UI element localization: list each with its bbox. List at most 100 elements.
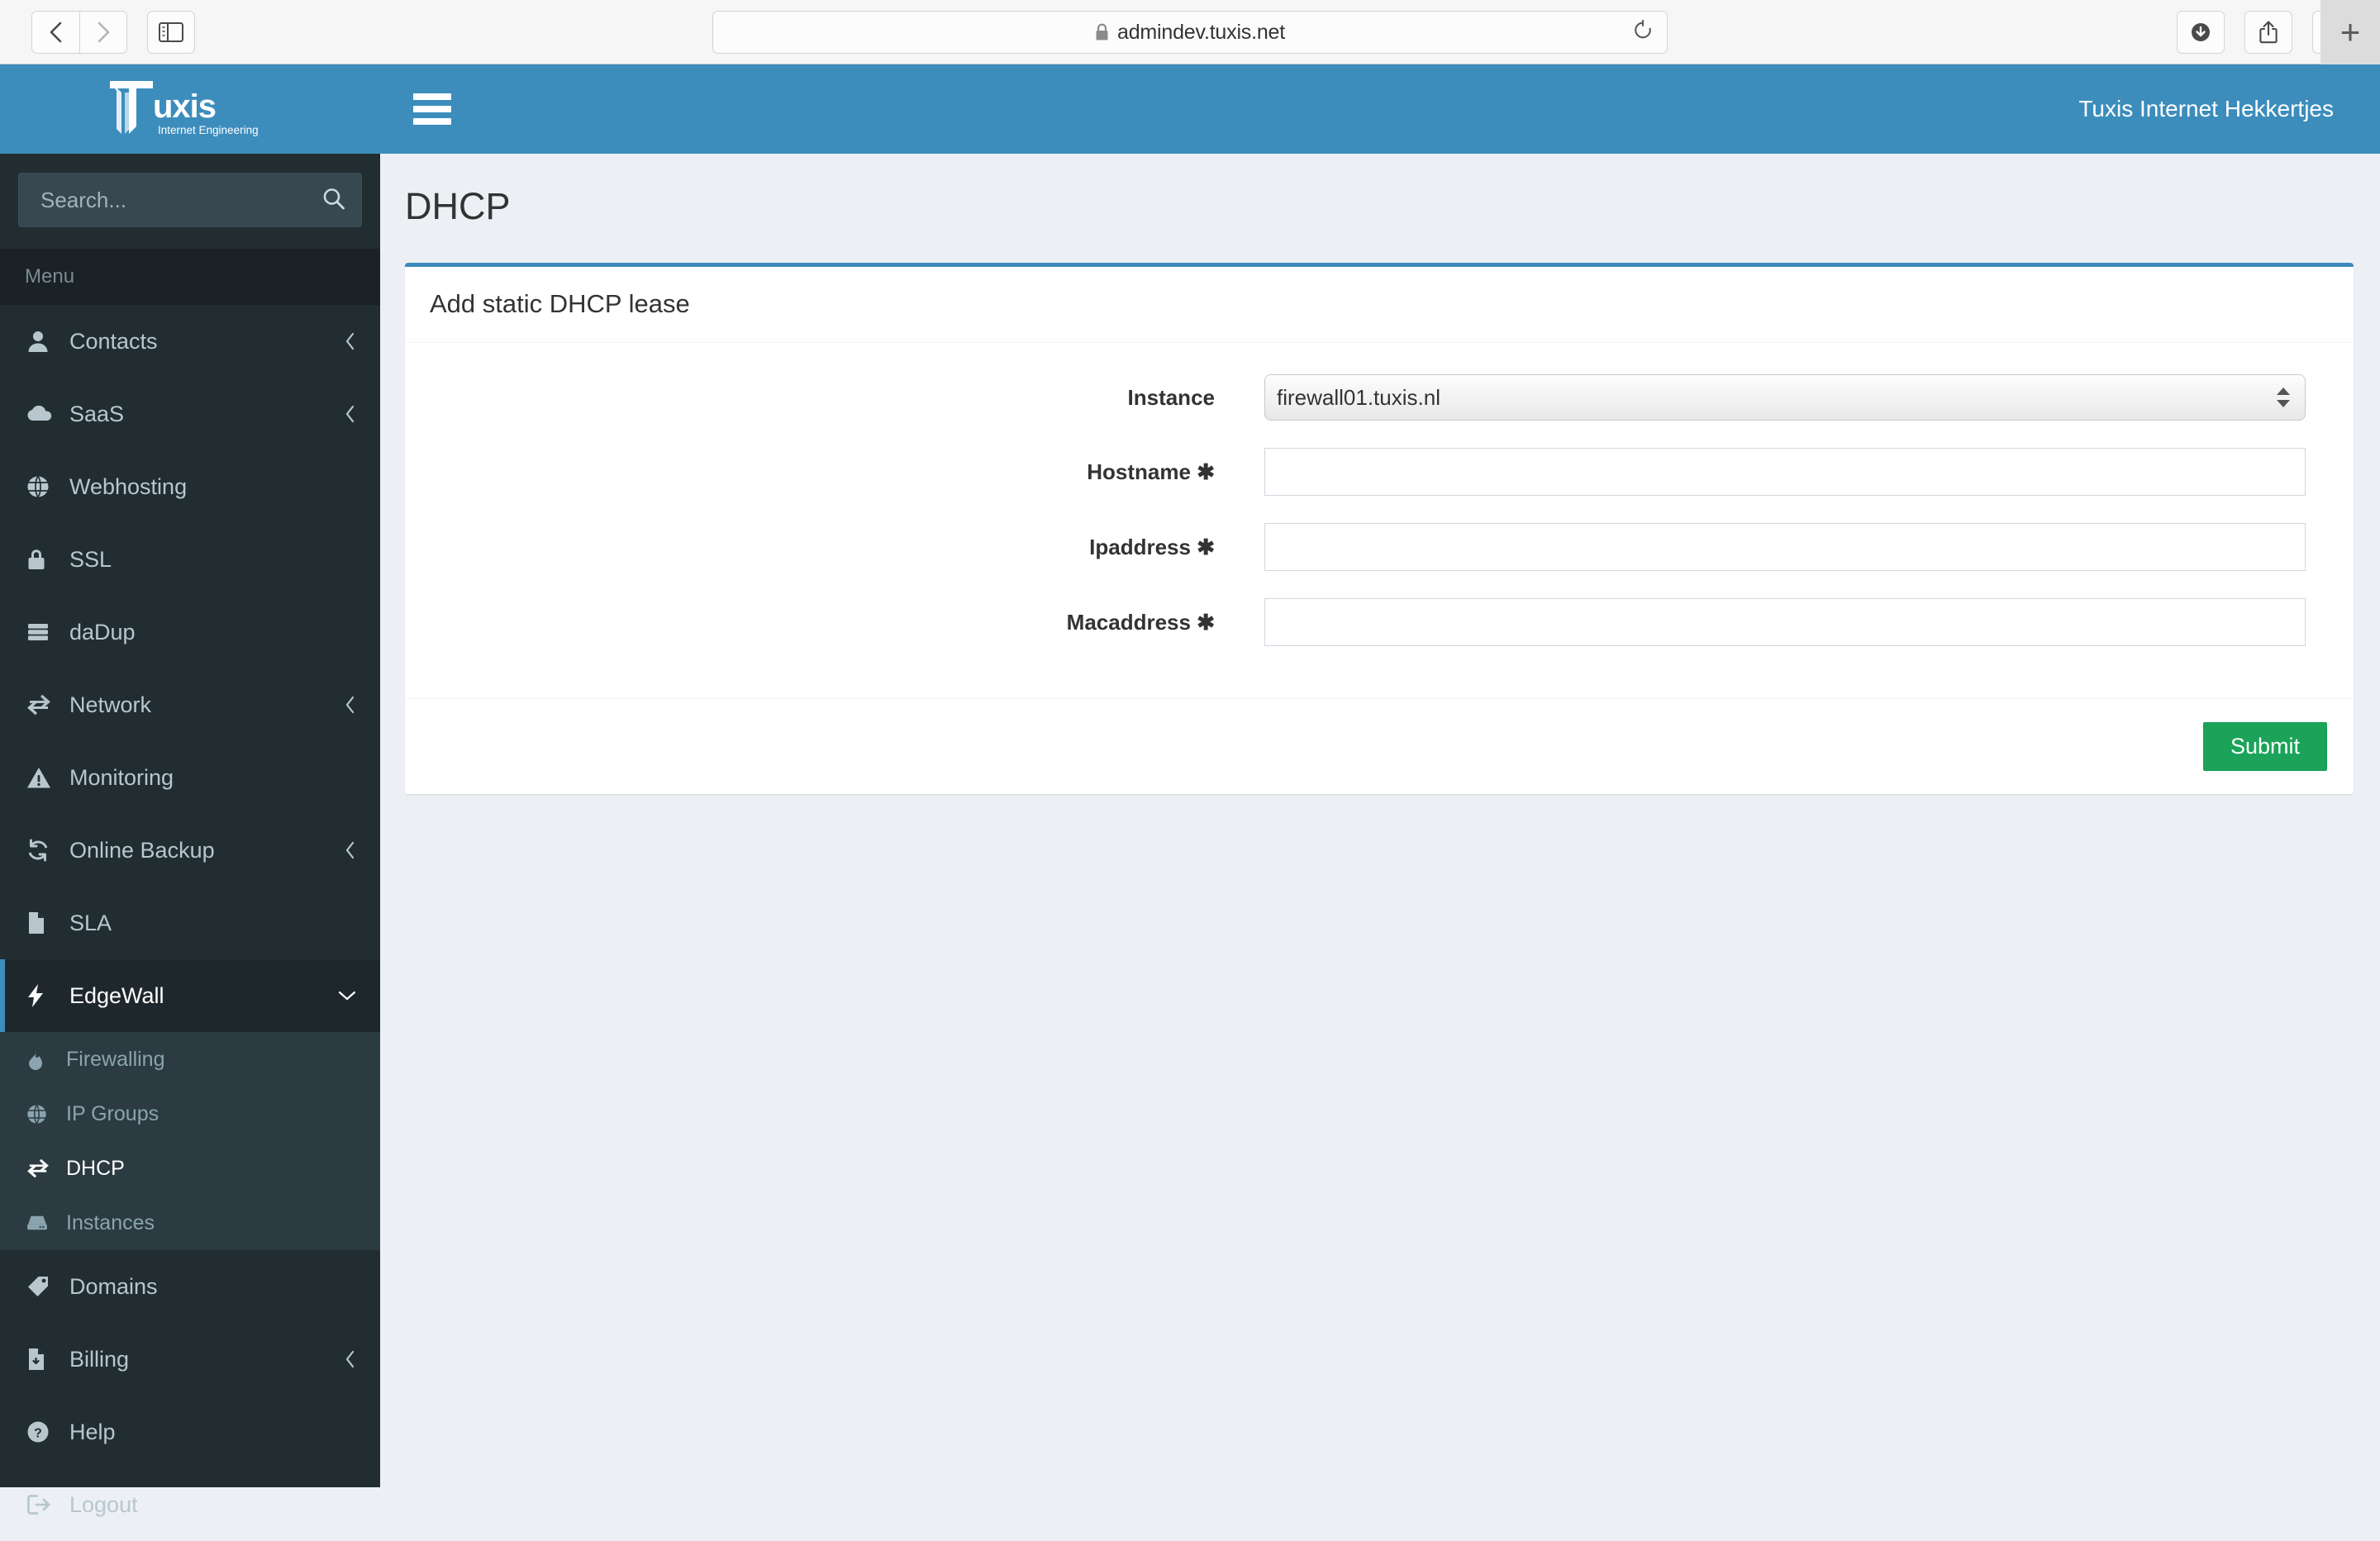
- hostname-label-text: Hostname: [1087, 459, 1191, 484]
- sidebar-item-label: Domains: [69, 1273, 158, 1299]
- download-icon: [2189, 21, 2212, 44]
- required-marker-icon: ✱: [1197, 609, 1215, 635]
- sidebar-item-contacts[interactable]: Contacts: [0, 305, 380, 378]
- ipaddress-input[interactable]: [1264, 523, 2306, 571]
- brand-logo[interactable]: uxis Internet Engineering: [0, 64, 380, 154]
- sidebar-item-network[interactable]: Network: [0, 668, 380, 741]
- chevron-down-icon: [337, 989, 357, 1002]
- submit-button[interactable]: Submit: [2202, 722, 2327, 771]
- panel-footer: Submit: [405, 698, 2354, 794]
- sidebar-item-label: daDup: [69, 619, 136, 644]
- sidebar-item-label: IP Groups: [66, 1101, 159, 1125]
- sidebar-item-sla[interactable]: SLA: [0, 887, 380, 959]
- globe-icon: [26, 475, 64, 498]
- sidebar-item-saas[interactable]: SaaS: [0, 378, 380, 450]
- server-icon: [26, 621, 64, 644]
- sidebar-item-edgewall[interactable]: EdgeWall: [0, 959, 380, 1032]
- form-row-macaddress: Macaddress ✱: [430, 598, 2306, 646]
- search-input[interactable]: [19, 174, 361, 226]
- macaddress-input[interactable]: [1264, 598, 2306, 646]
- required-marker-icon: ✱: [1197, 459, 1215, 484]
- address-bar[interactable]: admindev.tuxis.net: [712, 11, 1668, 54]
- svg-text:uxis: uxis: [153, 88, 216, 125]
- app-root: uxis Internet Engineering Menu: [0, 64, 2380, 1517]
- sidebar-item-label: Instances: [66, 1210, 155, 1234]
- sidebar-item-billing[interactable]: Billing: [0, 1323, 380, 1396]
- hostname-label: Hostname ✱: [430, 459, 1264, 485]
- sidebar-item-online-backup[interactable]: Online Backup: [0, 814, 380, 887]
- add-dhcp-lease-panel: Add static DHCP lease Instance firewall0…: [405, 263, 2354, 794]
- sidebar-item-instances[interactable]: Instances: [0, 1196, 380, 1250]
- search-button[interactable]: [321, 187, 346, 214]
- exchange-icon: [26, 1158, 63, 1178]
- browser-actions-group: +: [2177, 0, 2380, 64]
- required-marker-icon: ✱: [1197, 534, 1215, 559]
- chevron-left-icon: [344, 695, 357, 715]
- sidebar-item-dhcp[interactable]: DHCP: [0, 1141, 380, 1196]
- sidebar-item-label: Webhosting: [69, 473, 188, 499]
- sidebar-item-label: SaaS: [69, 401, 125, 426]
- sidebar-item-logout[interactable]: Logout: [0, 1468, 380, 1541]
- downloads-button[interactable]: [2177, 11, 2225, 54]
- refresh-icon: [26, 839, 64, 862]
- tag-icon: [26, 1275, 64, 1298]
- share-button[interactable]: [2244, 11, 2292, 54]
- form-row-hostname: Hostname ✱: [430, 448, 2306, 496]
- hostname-input[interactable]: [1264, 448, 2306, 496]
- sidebar-item-webhosting[interactable]: Webhosting: [0, 450, 380, 523]
- hostname-control: [1264, 448, 2306, 496]
- svg-text:Internet Engineering: Internet Engineering: [158, 124, 259, 136]
- sidebar-item-label: Firewalling: [66, 1047, 165, 1071]
- sidebar-item-label: DHCP: [66, 1156, 125, 1180]
- tuxis-logo-icon: uxis Internet Engineering: [110, 81, 259, 136]
- panel-header: Add static DHCP lease: [405, 267, 2354, 343]
- sidebar: uxis Internet Engineering Menu: [0, 64, 380, 1517]
- sidebar-item-monitoring[interactable]: Monitoring: [0, 741, 380, 814]
- sign-out-icon: [26, 1494, 64, 1515]
- browser-toolbar: admindev.tuxis.net +: [0, 0, 2380, 64]
- svg-text:?: ?: [34, 1427, 42, 1441]
- new-tab-button[interactable]: +: [2320, 0, 2380, 64]
- sidebar-toggle-button[interactable]: [147, 10, 195, 54]
- dhcp-lease-form: Instance firewall01.tuxis.nl Hostname ✱ …: [405, 343, 2354, 698]
- sidebar-menu: Contacts SaaS Webhosting SSL daDup Netwo…: [0, 305, 380, 1541]
- question-circle-icon: ?: [26, 1420, 64, 1443]
- file-icon: [26, 911, 64, 935]
- instance-select[interactable]: firewall01.tuxis.nl: [1264, 374, 2306, 421]
- sidebar-item-ip-groups[interactable]: IP Groups: [0, 1087, 380, 1141]
- share-icon: [2258, 20, 2279, 45]
- sidebar-item-ssl[interactable]: SSL: [0, 523, 380, 596]
- sidebar-item-label: SLA: [69, 910, 112, 935]
- sidebar-item-label: Online Backup: [69, 837, 215, 863]
- lock-icon: [26, 548, 64, 571]
- sidebar-toggle-icon: [159, 21, 183, 42]
- macaddress-label-text: Macaddress: [1066, 609, 1191, 635]
- main-content: Tuxis Internet Hekkertjes DHCP Add stati…: [380, 64, 2380, 1487]
- exchange-icon: [26, 694, 64, 716]
- cloud-icon: [26, 404, 64, 424]
- sidebar-item-help[interactable]: ? Help: [0, 1396, 380, 1468]
- lock-icon: [1095, 23, 1109, 41]
- file-download-icon: [26, 1348, 64, 1371]
- panel-title: Add static DHCP lease: [430, 289, 690, 318]
- sidebar-item-domains[interactable]: Domains: [0, 1250, 380, 1323]
- browser-nav-group: [31, 10, 195, 54]
- sidebar-item-firewalling[interactable]: Firewalling: [0, 1032, 380, 1087]
- reload-icon[interactable]: [1632, 19, 1654, 45]
- sidebar-item-label: Billing: [69, 1346, 130, 1372]
- macaddress-control: [1264, 598, 2306, 646]
- sidebar-item-label: EdgeWall: [69, 982, 164, 1008]
- hamburger-icon[interactable]: [413, 93, 451, 125]
- sidebar-item-label: Help: [69, 1419, 116, 1444]
- sidebar-item-dadup[interactable]: daDup: [0, 596, 380, 668]
- menu-section-header: Menu: [0, 249, 380, 305]
- form-row-instance: Instance firewall01.tuxis.nl: [430, 374, 2306, 421]
- user-name-label[interactable]: Tuxis Internet Hekkertjes: [2078, 96, 2334, 122]
- server-icon: [26, 1214, 63, 1232]
- sidebar-item-label: SSL: [69, 546, 112, 572]
- sidebar-item-label: Monitoring: [69, 764, 174, 790]
- forward-button[interactable]: [79, 10, 127, 54]
- back-button[interactable]: [31, 10, 79, 54]
- chevron-left-icon: [344, 331, 357, 351]
- search-box: [18, 173, 362, 227]
